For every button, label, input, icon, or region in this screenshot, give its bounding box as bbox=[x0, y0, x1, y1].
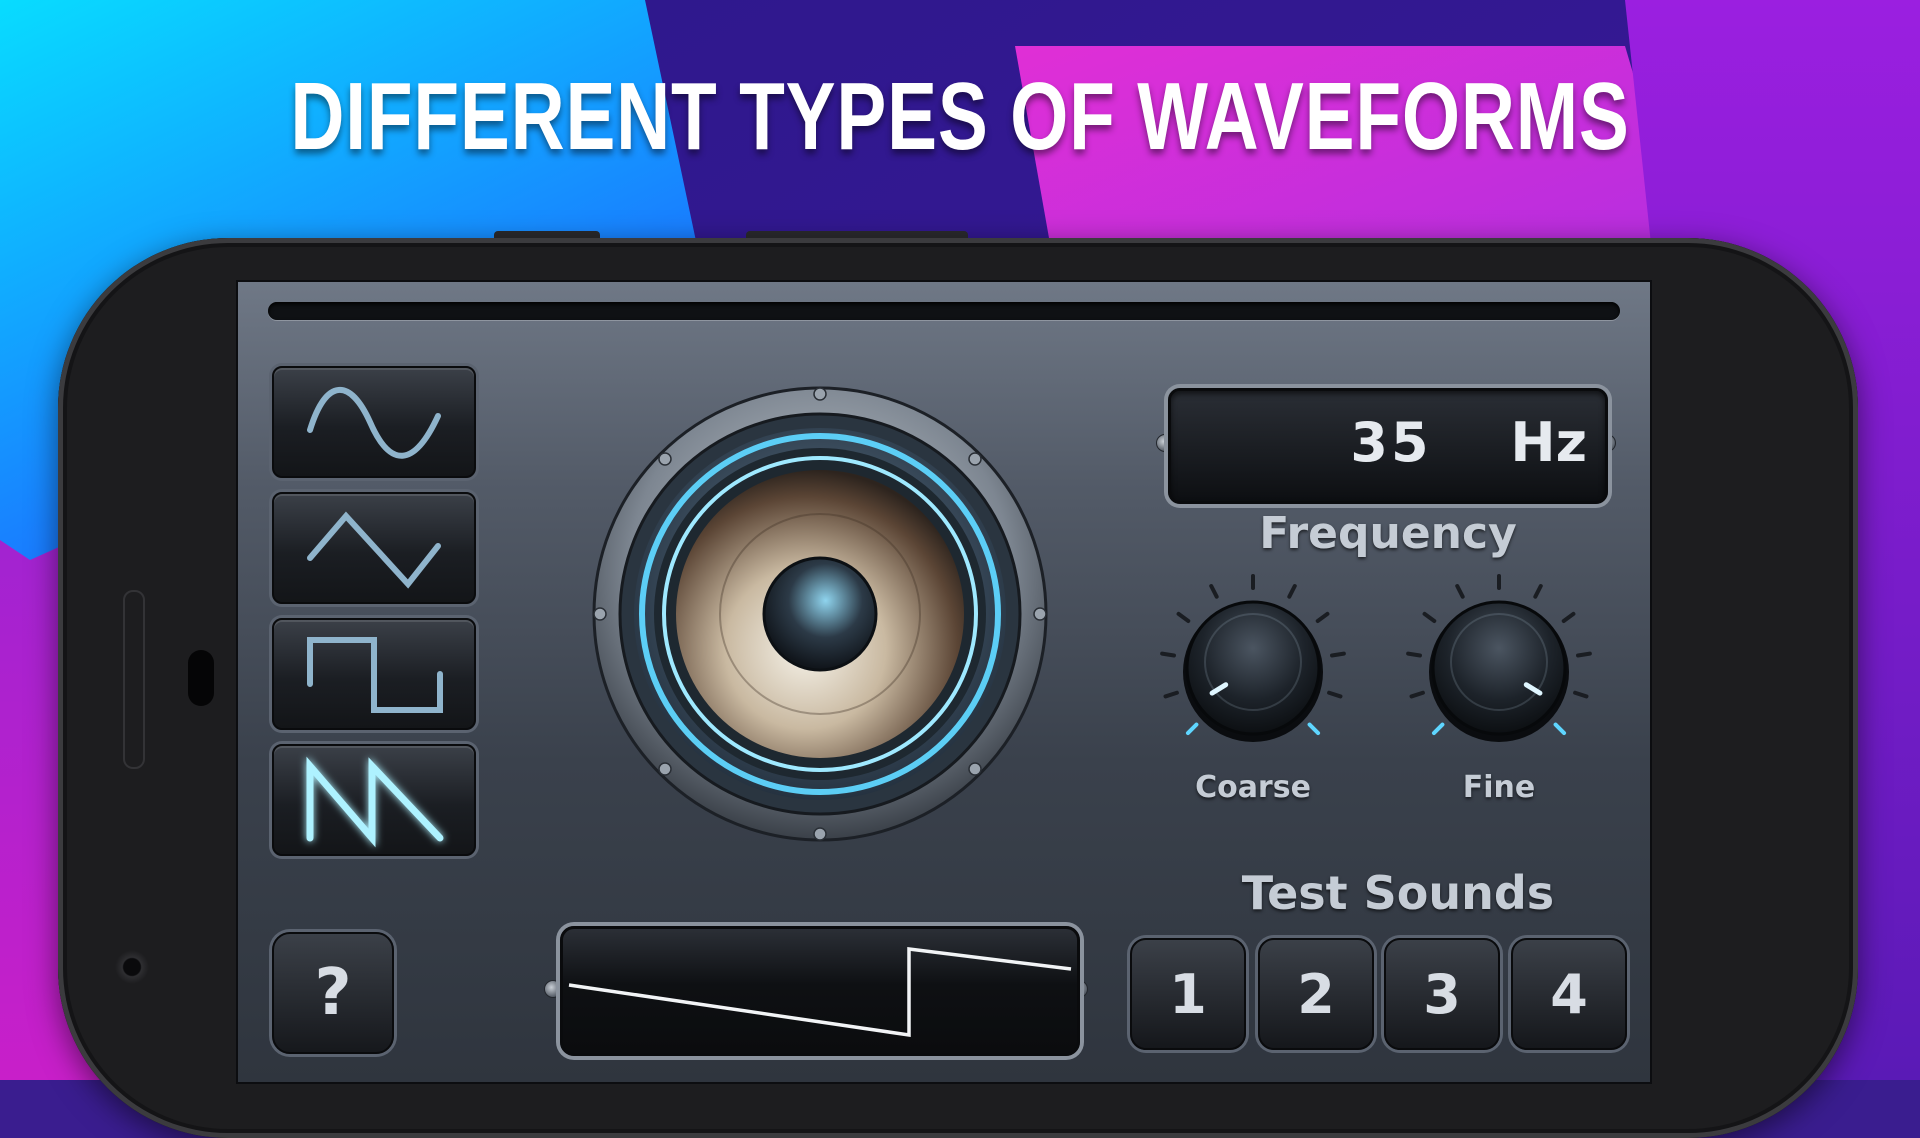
knob-body bbox=[1185, 600, 1321, 736]
test-sounds-title: Test Sounds bbox=[1241, 866, 1555, 920]
test-sound-3-button[interactable]: 3 bbox=[1384, 938, 1500, 1050]
headline: DIFFERENT TYPES OF WAVEFORMS bbox=[290, 63, 1630, 170]
fine-knob[interactable] bbox=[1384, 572, 1614, 742]
knob-tick bbox=[1533, 584, 1543, 599]
waveform-triangle-button[interactable] bbox=[272, 492, 476, 604]
help-button[interactable]: ? bbox=[272, 932, 394, 1054]
triangle-wave-icon bbox=[307, 511, 441, 589]
knob-tick bbox=[1185, 722, 1199, 736]
knob-tick bbox=[1573, 690, 1589, 699]
knob-tick bbox=[1431, 722, 1445, 736]
waveform-square-button[interactable] bbox=[272, 618, 476, 730]
fine-label: Fine bbox=[1462, 770, 1536, 805]
waveform-scope bbox=[560, 926, 1080, 1056]
phone-sensor bbox=[188, 650, 214, 706]
knob-tick bbox=[1576, 651, 1592, 658]
coarse-knob[interactable] bbox=[1138, 572, 1368, 742]
knob-tick bbox=[1561, 611, 1576, 623]
knob-tick bbox=[1553, 722, 1567, 736]
sine-wave-icon bbox=[307, 387, 441, 459]
knob-tick bbox=[1422, 611, 1437, 623]
frequency-display: 35 Hz bbox=[1168, 388, 1608, 504]
waveform-sine-button[interactable] bbox=[272, 366, 476, 478]
frequency-label: Frequency bbox=[1259, 508, 1517, 559]
test-sound-2-button[interactable]: 2 bbox=[1258, 938, 1374, 1050]
frequency-value: 35 bbox=[1350, 411, 1432, 474]
knob-tick bbox=[1209, 584, 1219, 599]
knob-tick bbox=[1176, 611, 1191, 623]
waveform-sawtooth-button[interactable] bbox=[272, 744, 476, 856]
frequency-unit: Hz bbox=[1510, 411, 1587, 474]
top-grille bbox=[268, 302, 1620, 320]
phone-speaker-slot bbox=[123, 590, 145, 769]
phone-camera bbox=[115, 950, 149, 984]
test-sound-1-button[interactable]: 1 bbox=[1130, 938, 1246, 1050]
scope-trace bbox=[568, 947, 1072, 1038]
knob-tick bbox=[1409, 690, 1425, 699]
knob-tick bbox=[1160, 651, 1176, 658]
knob-tick bbox=[1406, 651, 1422, 658]
knob-body bbox=[1431, 600, 1567, 736]
test-sound-4-button[interactable]: 4 bbox=[1511, 938, 1627, 1050]
coarse-label: Coarse bbox=[1195, 770, 1311, 805]
knob-tick bbox=[1327, 690, 1343, 699]
speaker-graphic bbox=[592, 386, 1048, 842]
knob-tick bbox=[1307, 722, 1321, 736]
knob-tick bbox=[1287, 584, 1297, 599]
square-wave-icon bbox=[307, 637, 443, 713]
knob-tick bbox=[1163, 690, 1179, 699]
app-screen: ? 35 Hz Frequency Coarse Fine Test Sound… bbox=[236, 280, 1652, 1084]
knob-tick bbox=[1315, 611, 1330, 623]
sawtooth-wave-icon bbox=[306, 756, 444, 848]
knob-tick bbox=[1330, 651, 1346, 658]
knob-tick bbox=[1455, 584, 1465, 599]
